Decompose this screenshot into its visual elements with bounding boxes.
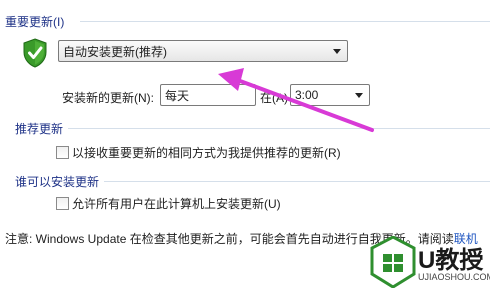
watermark-brand: U教授 — [418, 247, 484, 274]
annotation-arrow-icon — [218, 68, 374, 132]
watermark-url: UJIAOSHOU.COM — [418, 272, 490, 282]
watermark-logo-icon — [370, 236, 416, 288]
